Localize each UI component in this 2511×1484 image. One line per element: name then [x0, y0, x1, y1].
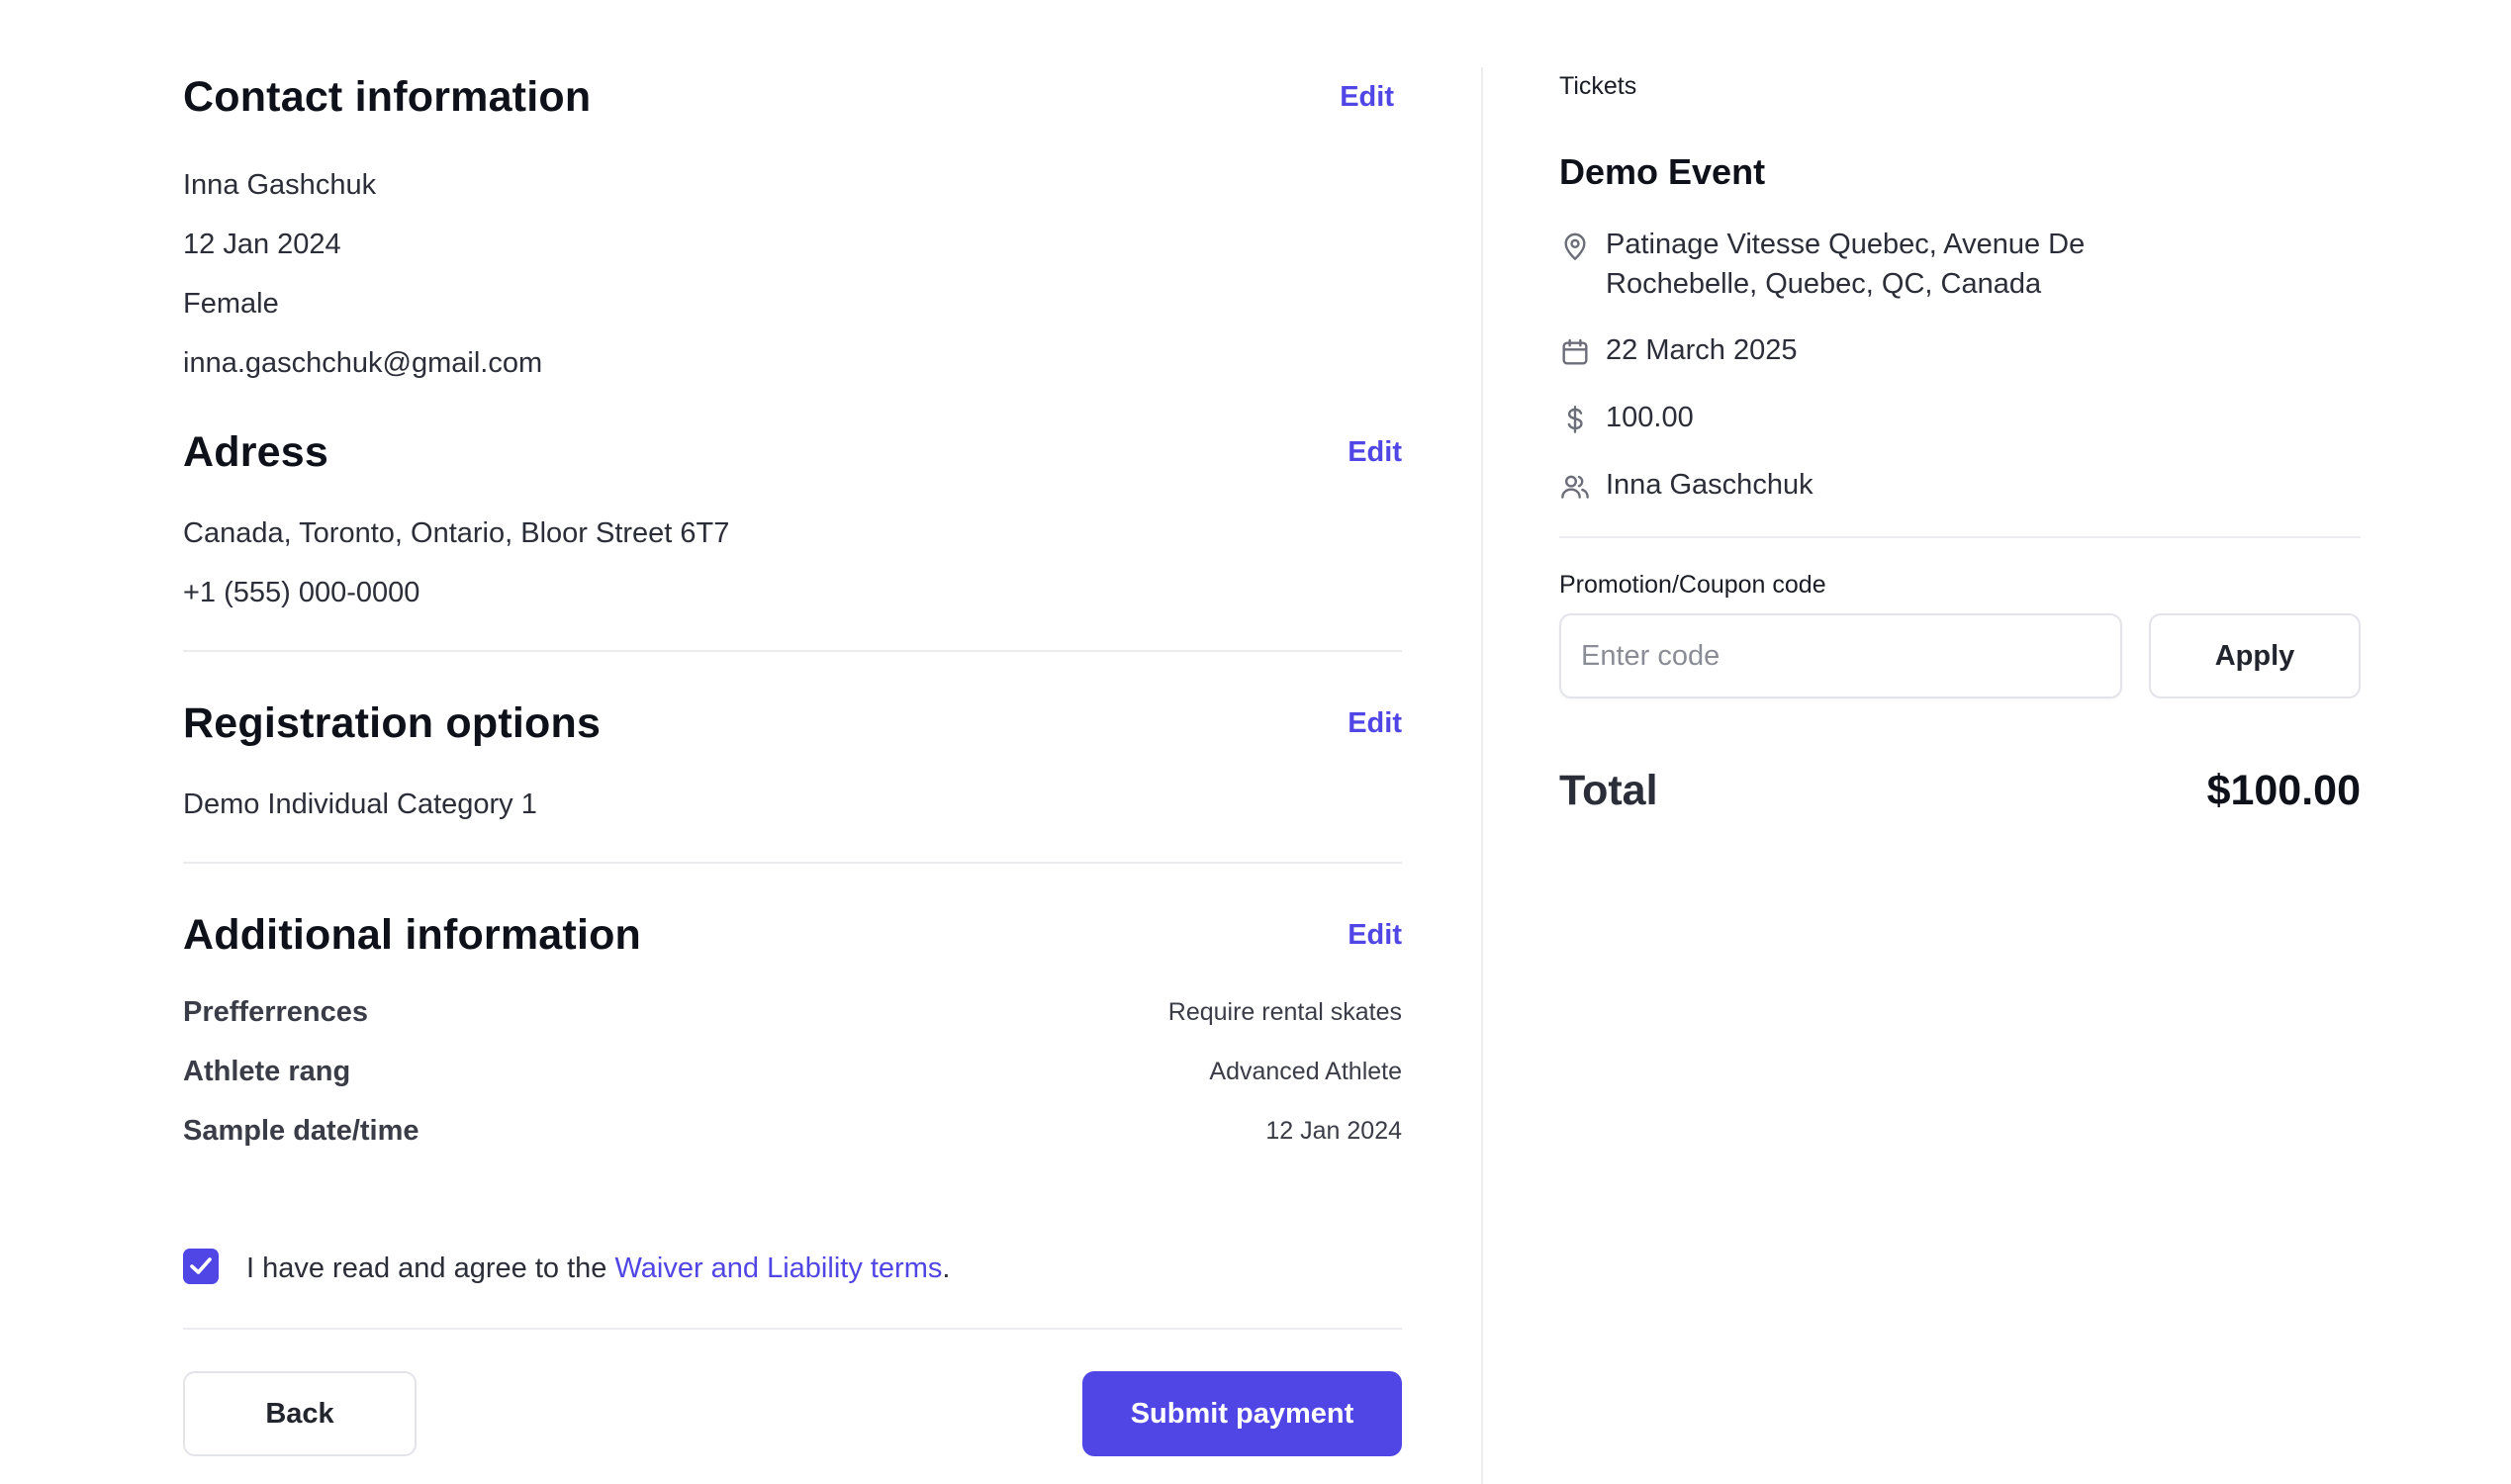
additional-section-title: Additional information — [183, 911, 642, 959]
additional-row-label: Sample date/time — [183, 1115, 419, 1147]
summary-divider — [1559, 536, 2361, 538]
total-value: $100.00 — [2206, 767, 2361, 814]
registration-section-header: Registration options Edit — [183, 694, 1402, 753]
promo-code-label: Promotion/Coupon code — [1559, 571, 1826, 599]
address-section-title: Adress — [183, 428, 328, 476]
additional-row-value: 12 Jan 2024 — [1265, 1117, 1402, 1145]
column-divider — [1481, 67, 1483, 1484]
edit-contact-link[interactable]: Edit — [1340, 67, 1394, 127]
additional-row-label: Prefferrences — [183, 996, 368, 1028]
waiver-text-after: . — [942, 1252, 951, 1284]
address-phone: +1 (555) 000-0000 — [183, 577, 420, 608]
address-street: Canada, Toronto, Ontario, Bloor Street 6… — [183, 517, 730, 549]
tickets-label: Tickets — [1559, 72, 1637, 100]
section-divider — [183, 862, 1402, 864]
additional-section-header: Additional information Edit — [183, 905, 1402, 965]
checkmark-icon — [190, 1257, 212, 1274]
section-divider — [183, 1328, 1402, 1330]
registration-section-title: Registration options — [183, 699, 602, 747]
users-icon — [1561, 475, 1589, 499]
event-date: 22 March 2025 — [1606, 334, 1798, 366]
waiver-agreement-text: I have read and agree to the Waiver and … — [246, 1249, 950, 1288]
contact-name: Inna Gashchuk — [183, 169, 377, 201]
additional-row-label: Athlete rang — [183, 1056, 351, 1087]
dollar-icon — [1567, 406, 1583, 433]
calendar-icon — [1562, 338, 1588, 365]
submit-payment-button[interactable]: Submit payment — [1082, 1371, 1402, 1456]
event-price: 100.00 — [1606, 402, 1694, 433]
contact-gender: Female — [183, 288, 279, 320]
contact-section-title: Contact information — [183, 73, 592, 121]
event-attendee: Inna Gaschchuk — [1606, 469, 1814, 501]
section-divider — [183, 650, 1402, 652]
total-label: Total — [1559, 767, 1658, 814]
waiver-checkbox[interactable] — [183, 1249, 219, 1284]
event-location: Patinage Vitesse Quebec, Avenue De Roche… — [1606, 229, 2086, 300]
edit-registration-link[interactable]: Edit — [1348, 694, 1402, 753]
checkout-page: Contact information Edit Inna Gashchuk 1… — [0, 0, 2511, 1484]
waiver-terms-link[interactable]: Waiver and Liability terms — [614, 1252, 942, 1284]
back-button[interactable]: Back — [183, 1371, 417, 1456]
waiver-text-before: I have read and agree to the — [246, 1252, 615, 1284]
edit-address-link[interactable]: Edit — [1348, 422, 1402, 482]
promo-code-input[interactable] — [1559, 613, 2122, 698]
map-pin-icon — [1564, 232, 1586, 260]
additional-row-value: Require rental skates — [1167, 998, 1402, 1026]
registration-option: Demo Individual Category 1 — [183, 788, 537, 820]
event-name: Demo Event — [1559, 151, 1766, 192]
edit-additional-link[interactable]: Edit — [1348, 905, 1402, 965]
contact-section-header: Contact information Edit — [183, 67, 1402, 127]
additional-row-value: Advanced Athlete — [1209, 1058, 1402, 1085]
address-section-header: Adress Edit — [183, 422, 1402, 482]
contact-date: 12 Jan 2024 — [183, 229, 341, 260]
contact-email: inna.gaschchuk@gmail.com — [183, 347, 543, 379]
apply-promo-button[interactable]: Apply — [2149, 613, 2361, 698]
